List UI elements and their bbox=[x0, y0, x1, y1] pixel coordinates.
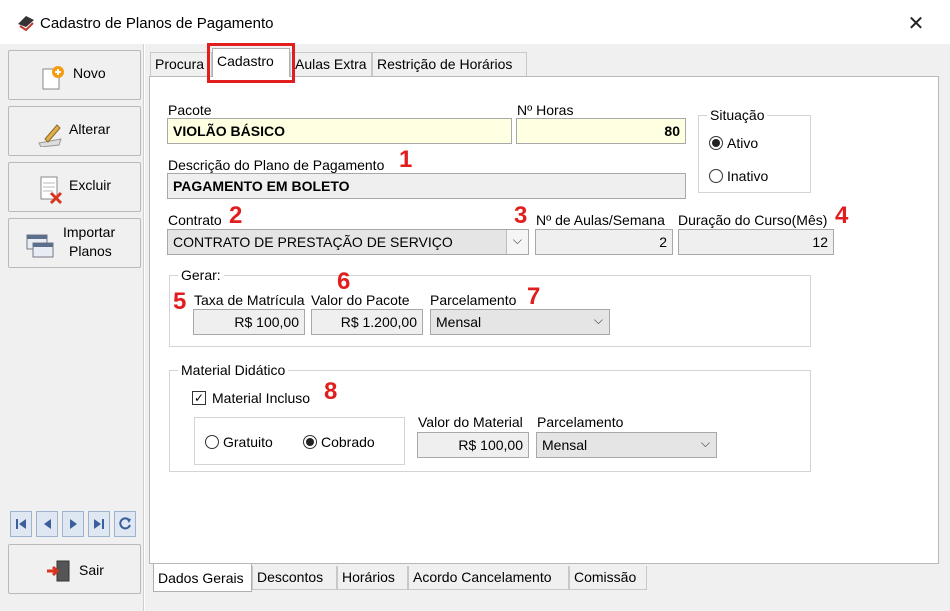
material-option-group: Gratuito Cobrado bbox=[194, 417, 405, 465]
parcelamento-label: Parcelamento bbox=[430, 292, 517, 308]
highlight-box bbox=[207, 43, 295, 83]
aulas-semana-field[interactable]: 2 bbox=[535, 229, 673, 255]
sair-button[interactable]: Sair bbox=[8, 544, 141, 594]
alterar-button[interactable]: Alterar bbox=[8, 106, 141, 156]
main-content: Procura Cadastro Aulas Extra Restrição d… bbox=[145, 43, 950, 611]
chevron-down-icon: ⌵ bbox=[512, 233, 522, 247]
tab-descontos[interactable]: Descontos bbox=[252, 566, 337, 590]
close-icon[interactable]: ✕ bbox=[900, 8, 932, 40]
valor-material-label: Valor do Material bbox=[418, 414, 523, 430]
tab-comissao[interactable]: Comissão bbox=[569, 566, 647, 590]
pacote-field[interactable]: VIOLÃO BÁSICO bbox=[167, 118, 512, 144]
next-record-icon[interactable] bbox=[62, 511, 84, 537]
taxa-label: Taxa de Matrícula bbox=[194, 292, 305, 308]
inativo-radio[interactable] bbox=[709, 169, 723, 183]
gratuito-radio[interactable] bbox=[205, 435, 219, 449]
annotation-3: 3 bbox=[514, 202, 528, 229]
annotation-8: 8 bbox=[324, 378, 338, 405]
valor-pacote-field[interactable]: R$ 1.200,00 bbox=[311, 309, 423, 335]
material-incluso-label: Material Incluso bbox=[212, 390, 311, 406]
tab-procura[interactable]: Procura bbox=[150, 52, 212, 76]
inativo-label: Inativo bbox=[727, 168, 769, 184]
material-title: Material Didático bbox=[178, 362, 289, 378]
duracao-label: Duração do Curso(Mês) bbox=[678, 212, 828, 228]
alterar-label: Alterar bbox=[69, 121, 111, 137]
valor-pacote-label: Valor do Pacote bbox=[311, 292, 410, 308]
new-document-icon bbox=[42, 66, 64, 90]
first-record-icon[interactable] bbox=[10, 511, 32, 537]
material-parcelamento-label: Parcelamento bbox=[537, 414, 624, 430]
gratuito-label: Gratuito bbox=[223, 434, 273, 450]
parcelamento-value: Mensal bbox=[436, 314, 482, 330]
material-group: Material Didático ✓ Material Incluso 8 G… bbox=[169, 362, 811, 472]
tab-dados-gerais[interactable]: Dados Gerais bbox=[153, 564, 252, 592]
situacao-group: Situação Ativo Inativo bbox=[698, 107, 811, 193]
record-navigator bbox=[10, 511, 140, 539]
delete-document-icon bbox=[40, 176, 63, 205]
aulas-semana-label: Nº de Aulas/Semana bbox=[536, 212, 665, 228]
material-parcelamento-value: Mensal bbox=[542, 437, 588, 453]
material-parcelamento-select[interactable]: Mensal ⌵ bbox=[536, 432, 717, 458]
situacao-title: Situação bbox=[707, 107, 768, 123]
last-record-icon[interactable] bbox=[88, 511, 110, 537]
annotation-1: 1 bbox=[399, 146, 413, 173]
tab-aulas-extra[interactable]: Aulas Extra bbox=[290, 52, 372, 76]
import-windows-icon bbox=[26, 234, 54, 258]
contrato-select[interactable]: CONTRATO DE PRESTAÇÃO DE SERVIÇO ⌵ bbox=[167, 229, 529, 255]
ativo-label: Ativo bbox=[727, 135, 759, 151]
gerar-title: Gerar: bbox=[178, 267, 224, 283]
edit-pencil-icon bbox=[38, 124, 62, 147]
tab-restricao-horarios[interactable]: Restrição de Horários bbox=[372, 52, 527, 76]
window-title: Cadastro de Planos de Pagamento bbox=[40, 15, 274, 32]
annotation-2: 2 bbox=[229, 202, 243, 229]
novo-button[interactable]: Novo bbox=[8, 50, 141, 100]
importar-planos-button[interactable]: Importar Planos bbox=[8, 218, 141, 268]
descricao-label: Descrição do Plano de Pagamento bbox=[168, 157, 385, 173]
chevron-down-icon: ⌵ bbox=[593, 313, 603, 327]
importar-label: Importar bbox=[63, 224, 116, 240]
annotation-7: 7 bbox=[527, 283, 541, 310]
chevron-down-icon: ⌵ bbox=[700, 436, 710, 450]
descricao-field[interactable]: PAGAMENTO EM BOLETO bbox=[167, 173, 686, 199]
horas-field[interactable]: 80 bbox=[516, 118, 686, 144]
horas-label: Nº Horas bbox=[517, 102, 574, 118]
prior-record-icon[interactable] bbox=[36, 511, 58, 537]
valor-material-field[interactable]: R$ 100,00 bbox=[417, 432, 529, 458]
cobrado-label: Cobrado bbox=[321, 434, 375, 450]
cadastro-panel: Pacote VIOLÃO BÁSICO Nº Horas 80 Situaçã… bbox=[149, 76, 939, 564]
title-bar: Cadastro de Planos de Pagamento ✕ bbox=[0, 0, 950, 44]
taxa-field[interactable]: R$ 100,00 bbox=[193, 309, 305, 335]
gerar-group: Gerar: 5 Taxa de Matrícula R$ 100,00 6 V… bbox=[169, 267, 811, 347]
novo-label: Novo bbox=[73, 65, 106, 81]
cobrado-radio[interactable] bbox=[303, 435, 317, 449]
annotation-4: 4 bbox=[835, 202, 849, 229]
annotation-6: 6 bbox=[337, 268, 351, 295]
duracao-field[interactable]: 12 bbox=[678, 229, 834, 255]
exit-door-icon bbox=[47, 560, 70, 582]
excluir-button[interactable]: Excluir bbox=[8, 162, 141, 212]
contrato-value: CONTRATO DE PRESTAÇÃO DE SERVIÇO bbox=[173, 234, 453, 250]
contrato-label: Contrato bbox=[168, 212, 222, 228]
excluir-label: Excluir bbox=[69, 177, 112, 193]
planos-label: Planos bbox=[69, 243, 112, 259]
annotation-5: 5 bbox=[173, 288, 187, 315]
sair-label: Sair bbox=[79, 562, 104, 578]
pacote-label: Pacote bbox=[168, 102, 212, 118]
tab-horarios[interactable]: Horários bbox=[337, 566, 408, 590]
ativo-radio[interactable] bbox=[709, 136, 723, 150]
refresh-icon[interactable] bbox=[114, 511, 136, 537]
app-logo-icon bbox=[18, 16, 34, 32]
parcelamento-select[interactable]: Mensal ⌵ bbox=[430, 309, 610, 335]
tab-acordo-cancelamento[interactable]: Acordo Cancelamento bbox=[408, 566, 569, 590]
sidebar: Novo Alterar Excluir Importar Planos Sai… bbox=[0, 44, 144, 611]
material-incluso-checkbox[interactable]: ✓ bbox=[192, 391, 206, 405]
